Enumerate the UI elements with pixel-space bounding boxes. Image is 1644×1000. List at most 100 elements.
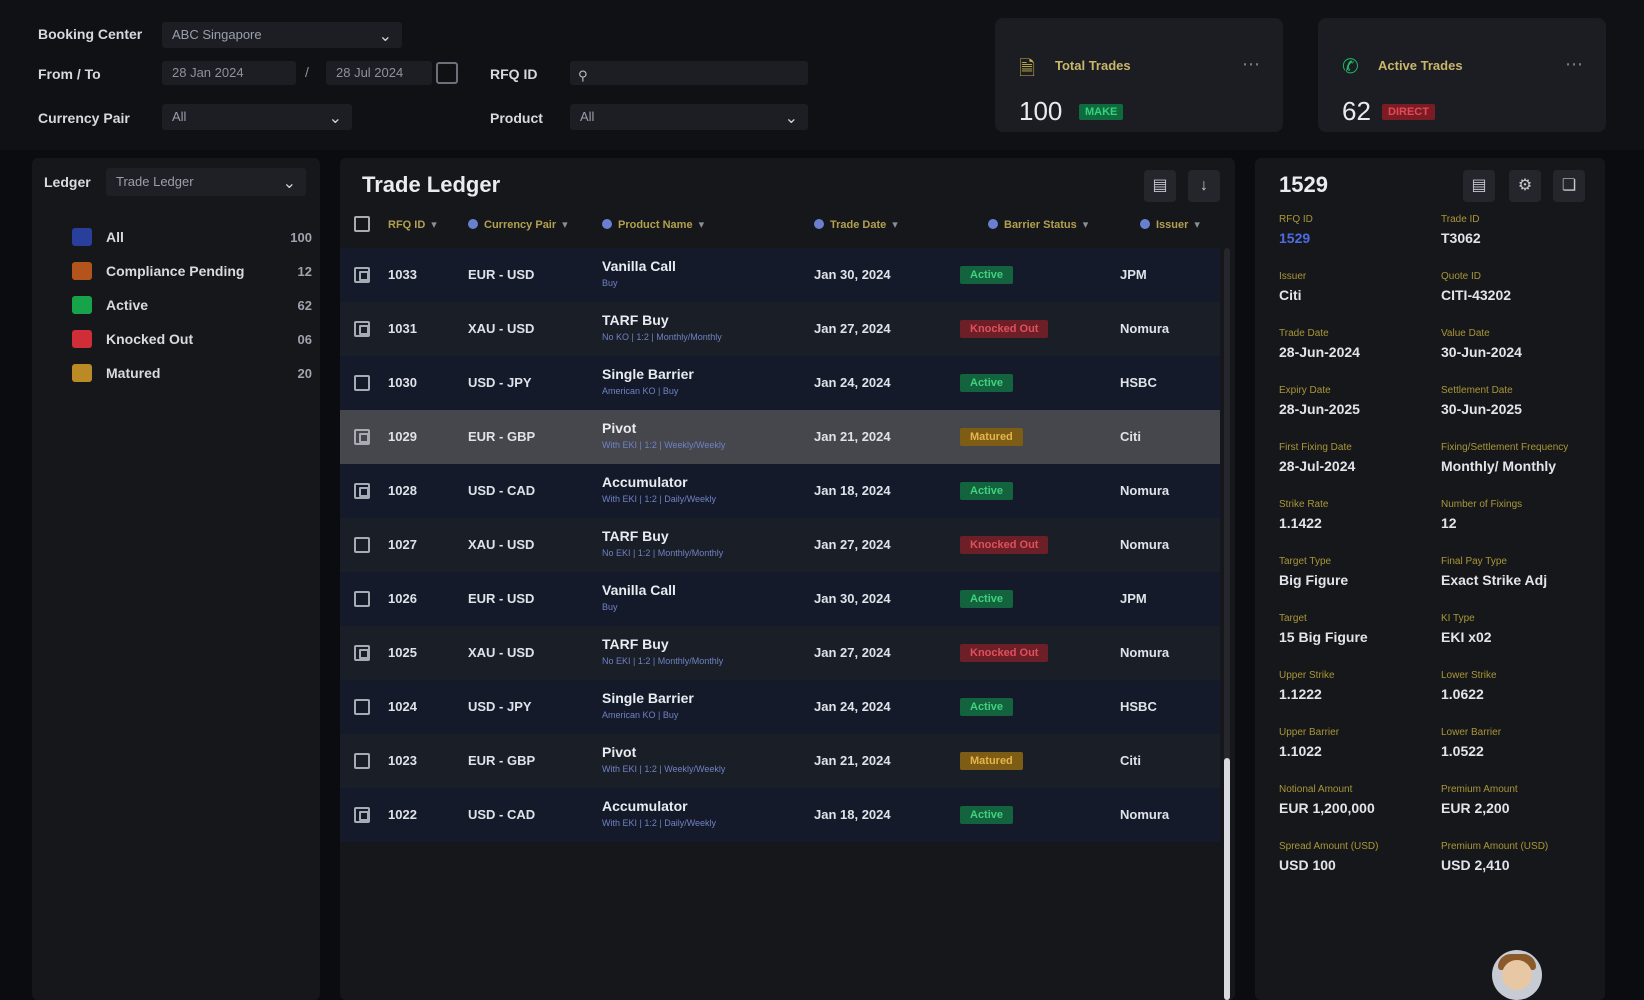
table-row[interactable]: 1025 XAU - USD TARF Buy No EKI | 1:2 | Mont… bbox=[340, 626, 1220, 680]
sort-icon: ▾ bbox=[698, 219, 705, 231]
settings-icon[interactable]: ⚙ bbox=[1509, 170, 1541, 202]
product-detail-cell: With EKI | 1:2 | Daily/Weekly bbox=[602, 494, 717, 504]
matured-icon bbox=[72, 364, 92, 382]
row-checkbox[interactable] bbox=[354, 267, 370, 283]
active-trades-value: 62 bbox=[1342, 96, 1371, 126]
row-checkbox[interactable] bbox=[354, 429, 370, 445]
table-row[interactable]: 1029 EUR - GBP Pivot With EKI | 1:2 | Weekl… bbox=[340, 410, 1220, 464]
more-icon[interactable]: ⋯ bbox=[1565, 54, 1584, 75]
table-row[interactable]: 1031 XAU - USD TARF Buy No KO | 1:2 | Month… bbox=[340, 302, 1220, 356]
table-row[interactable]: 1028 USD - CAD Accumulator With EKI | 1:2 |… bbox=[340, 464, 1220, 518]
trade-date-cell: Jan 18, 2024 bbox=[814, 807, 891, 822]
detail-field-label: Lower Barrier bbox=[1441, 727, 1502, 738]
detail-field-label: Number of Fixings bbox=[1441, 499, 1523, 510]
table-row[interactable]: 1033 EUR - USD Vanilla Call Buy Jan 30, 2024… bbox=[340, 248, 1220, 302]
ledger-category-label: Knocked Out bbox=[106, 331, 194, 347]
ledger-category[interactable]: Compliance Pending 12 bbox=[72, 258, 312, 284]
detail-field-value: Monthly/ Monthly bbox=[1441, 458, 1557, 474]
currency-pair-label: Currency Pair bbox=[38, 110, 130, 126]
trade-details-title: 1529 bbox=[1279, 172, 1328, 197]
assistant-avatar[interactable] bbox=[1492, 950, 1542, 1000]
sort-icon: ▾ bbox=[1194, 219, 1200, 231]
select-all-checkbox[interactable] bbox=[354, 216, 370, 232]
issuer-cell: Nomura bbox=[1120, 483, 1170, 498]
clipboard-icon bbox=[72, 262, 92, 280]
document-icon: 🗎 bbox=[1019, 58, 1036, 80]
row-checkbox[interactable] bbox=[354, 321, 370, 337]
ledger-category-count: 20 bbox=[297, 365, 312, 381]
ledger-category[interactable]: All 100 bbox=[72, 224, 312, 250]
date-separator: / bbox=[305, 64, 309, 80]
calendar-icon[interactable]: ▤ bbox=[1144, 170, 1176, 202]
row-checkbox[interactable] bbox=[354, 483, 370, 499]
row-checkbox[interactable] bbox=[354, 537, 370, 553]
product-icon bbox=[602, 219, 612, 229]
total-trades-card[interactable]: 🗎 Total Trades ⋯ 100 MAKE bbox=[995, 18, 1283, 132]
download-icon[interactable]: ↓ bbox=[1188, 170, 1220, 202]
ledger-category[interactable]: Knocked Out 06 bbox=[72, 326, 312, 352]
detail-field-label: Expiry Date bbox=[1279, 385, 1331, 396]
from-to-label: From / To bbox=[38, 66, 101, 82]
currency-pair-cell: XAU - USD bbox=[468, 321, 535, 336]
scrollbar-thumb[interactable] bbox=[1224, 758, 1230, 1000]
ledger-category[interactable]: Active 62 bbox=[72, 292, 312, 318]
table-row[interactable]: 1024 USD - JPY Single Barrier American KO |… bbox=[340, 680, 1220, 734]
detail-field-label: Settlement Date bbox=[1441, 385, 1513, 396]
row-checkbox[interactable] bbox=[354, 375, 370, 391]
table-row[interactable]: 1023 EUR - GBP Pivot With EKI | 1:2 | Weekl… bbox=[340, 734, 1220, 788]
ledger-category-label: All bbox=[106, 229, 124, 245]
ledger-category-label: Active bbox=[106, 297, 149, 313]
detail-field-value: 12 bbox=[1441, 515, 1457, 531]
issuer-cell: Nomura bbox=[1120, 321, 1170, 336]
ledger-category[interactable]: Matured 20 bbox=[72, 360, 312, 386]
detail-field-value[interactable]: 1529 bbox=[1279, 230, 1310, 246]
row-checkbox[interactable] bbox=[354, 753, 370, 769]
column-header[interactable]: Trade Date ▾ bbox=[814, 218, 898, 231]
column-header[interactable]: Barrier Status ▾ bbox=[988, 218, 1088, 231]
detail-field-label: Spread Amount (USD) bbox=[1279, 841, 1379, 852]
product-label: Product bbox=[490, 110, 543, 126]
calendar-icon[interactable]: ▤ bbox=[1463, 170, 1495, 202]
row-checkbox[interactable] bbox=[354, 591, 370, 607]
calendar-icon[interactable] bbox=[436, 62, 458, 84]
detail-field-label: Issuer bbox=[1279, 271, 1307, 282]
table-row[interactable]: 1027 XAU - USD TARF Buy No EKI | 1:2 | Mont… bbox=[340, 518, 1220, 572]
row-checkbox[interactable] bbox=[354, 699, 370, 715]
issuer-cell: JPM bbox=[1120, 591, 1147, 606]
column-header[interactable]: Issuer ▾ bbox=[1140, 218, 1200, 231]
column-header[interactable]: Currency Pair ▾ bbox=[468, 218, 568, 231]
column-label: Issuer bbox=[1156, 219, 1189, 231]
ledger-category-label: Compliance Pending bbox=[106, 263, 245, 279]
to-date-input[interactable]: 28 Jul 2024 bbox=[326, 61, 432, 85]
currency-icon bbox=[468, 219, 478, 229]
table-row[interactable]: 1022 USD - CAD Accumulator With EKI | 1:2 |… bbox=[340, 788, 1220, 842]
trade-ledger-title: Trade Ledger bbox=[362, 172, 501, 197]
row-checkbox[interactable] bbox=[354, 807, 370, 823]
column-header[interactable]: RFQ ID ▾ bbox=[388, 218, 437, 231]
booking-center-select[interactable]: ABC Singapore ⌄ bbox=[162, 22, 402, 48]
column-header[interactable]: Product Name ▾ bbox=[602, 218, 704, 231]
row-checkbox[interactable] bbox=[354, 645, 370, 661]
from-date-input[interactable]: 28 Jan 2024 bbox=[162, 61, 296, 85]
trade-date-cell: Jan 21, 2024 bbox=[814, 429, 891, 444]
rfq-id-cell: 1033 bbox=[388, 267, 417, 282]
detail-field-label: First Fixing Date bbox=[1279, 442, 1352, 453]
detail-field-value: Big Figure bbox=[1279, 572, 1349, 588]
copy-icon[interactable]: ❏ bbox=[1553, 170, 1585, 202]
currency-pair-cell: USD - CAD bbox=[468, 483, 536, 498]
detail-field-label: Value Date bbox=[1441, 328, 1490, 339]
product-name-cell: Single Barrier bbox=[602, 690, 694, 706]
trade-date-cell: Jan 27, 2024 bbox=[814, 645, 891, 660]
sort-icon: ▾ bbox=[562, 219, 568, 231]
more-icon[interactable]: ⋯ bbox=[1242, 54, 1261, 75]
table-row[interactable]: 1030 USD - JPY Single Barrier American KO |… bbox=[340, 356, 1220, 410]
ledger-label: Ledger bbox=[44, 174, 91, 190]
currency-pair-select[interactable]: All ⌄ bbox=[162, 104, 352, 130]
active-trades-card[interactable]: ✆ Active Trades ⋯ 62 DIRECT bbox=[1318, 18, 1606, 132]
product-select[interactable]: All ⌄ bbox=[570, 104, 808, 130]
currency-pair-value: All bbox=[172, 109, 187, 124]
ledger-select[interactable]: Trade Ledger ⌄ bbox=[106, 168, 306, 196]
table-row[interactable]: 1026 EUR - USD Vanilla Call Buy Jan 30, 2024… bbox=[340, 572, 1220, 626]
rfq-search-input[interactable]: ⚲ bbox=[570, 61, 808, 85]
trade-date-cell: Jan 24, 2024 bbox=[814, 699, 891, 714]
